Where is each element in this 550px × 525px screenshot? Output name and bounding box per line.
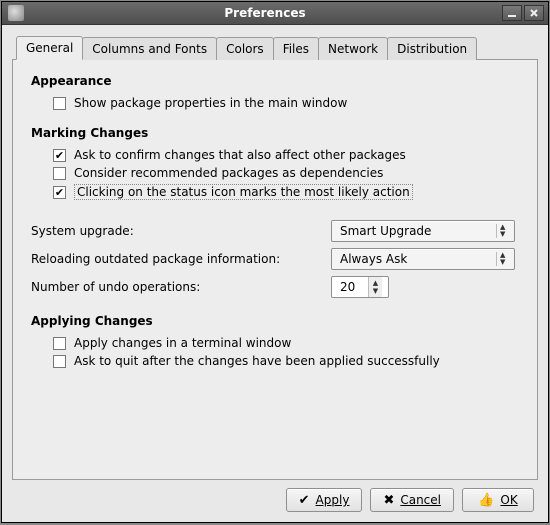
tab-label: Colors (226, 42, 264, 56)
tab-label: Network (328, 42, 378, 56)
label-confirm-affect: Ask to confirm changes that also affect … (74, 148, 406, 162)
input-undo-ops[interactable] (338, 279, 368, 295)
ok-button[interactable]: 👍 OK (462, 488, 534, 512)
checkbox-ask-quit[interactable] (53, 355, 66, 368)
combo-reload-info[interactable]: Always Ask ▲▼ (331, 248, 515, 270)
content-area: General Columns and Fonts Colors Files N… (2, 25, 548, 522)
section-marking-heading: Marking Changes (31, 126, 519, 140)
cancel-icon: ✖ (383, 494, 394, 507)
check-icon: ✔ (299, 494, 310, 507)
tab-general[interactable]: General (16, 36, 83, 60)
cancel-button[interactable]: ✖ Cancel (370, 488, 454, 512)
tab-label: Distribution (397, 42, 467, 56)
label-reload-info: Reloading outdated package information: (31, 252, 331, 266)
close-button[interactable] (524, 5, 544, 21)
label-show-properties: Show package properties in the main wind… (74, 96, 347, 110)
minimize-button[interactable] (502, 5, 522, 21)
tab-distribution[interactable]: Distribution (387, 37, 477, 60)
titlebar[interactable]: Preferences (2, 2, 548, 25)
checkbox-confirm-affect[interactable] (53, 149, 66, 162)
tab-label: Files (283, 42, 309, 56)
button-label: OK (500, 493, 517, 507)
tab-label: Columns and Fonts (92, 42, 207, 56)
label-undo-ops: Number of undo operations: (31, 280, 331, 294)
tab-colors[interactable]: Colors (216, 37, 274, 60)
tab-label: General (26, 41, 73, 55)
tab-panel-general: Appearance Show package properties in th… (12, 59, 538, 480)
dialog-button-row: ✔ Apply ✖ Cancel 👍 OK (12, 480, 538, 514)
ok-icon: 👍 (478, 494, 494, 507)
checkbox-status-icon-action[interactable] (53, 186, 66, 199)
label-recommended-deps: Consider recommended packages as depende… (74, 166, 383, 180)
apply-button[interactable]: ✔ Apply (286, 488, 363, 512)
checkbox-recommended-deps[interactable] (53, 167, 66, 180)
checkbox-show-properties[interactable] (53, 97, 66, 110)
section-appearance-heading: Appearance (31, 74, 519, 88)
combo-spinner-icon: ▲▼ (496, 224, 510, 238)
app-icon (8, 5, 24, 21)
label-apply-terminal: Apply changes in a terminal window (74, 336, 291, 350)
tab-columns-fonts[interactable]: Columns and Fonts (82, 37, 217, 60)
section-applying-heading: Applying Changes (31, 314, 519, 328)
spinner-icon[interactable]: ▲▼ (368, 277, 382, 297)
label-system-upgrade: System upgrade: (31, 224, 331, 238)
tab-bar: General Columns and Fonts Colors Files N… (16, 35, 538, 59)
label-status-icon-action: Clicking on the status icon marks the mo… (74, 184, 413, 200)
label-ask-quit: Ask to quit after the changes have been … (74, 354, 440, 368)
combo-value: Smart Upgrade (340, 224, 490, 238)
tab-network[interactable]: Network (318, 37, 388, 60)
button-label: Apply (316, 493, 350, 507)
preferences-window: Preferences General Columns and Fonts Co… (1, 1, 549, 523)
spinbox-undo-ops[interactable]: ▲▼ (331, 276, 389, 298)
combo-spinner-icon: ▲▼ (496, 252, 510, 266)
window-title: Preferences (28, 6, 502, 20)
tab-files[interactable]: Files (273, 37, 319, 60)
button-label: Cancel (400, 493, 441, 507)
checkbox-apply-terminal[interactable] (53, 337, 66, 350)
combo-system-upgrade[interactable]: Smart Upgrade ▲▼ (331, 220, 515, 242)
combo-value: Always Ask (340, 252, 490, 266)
